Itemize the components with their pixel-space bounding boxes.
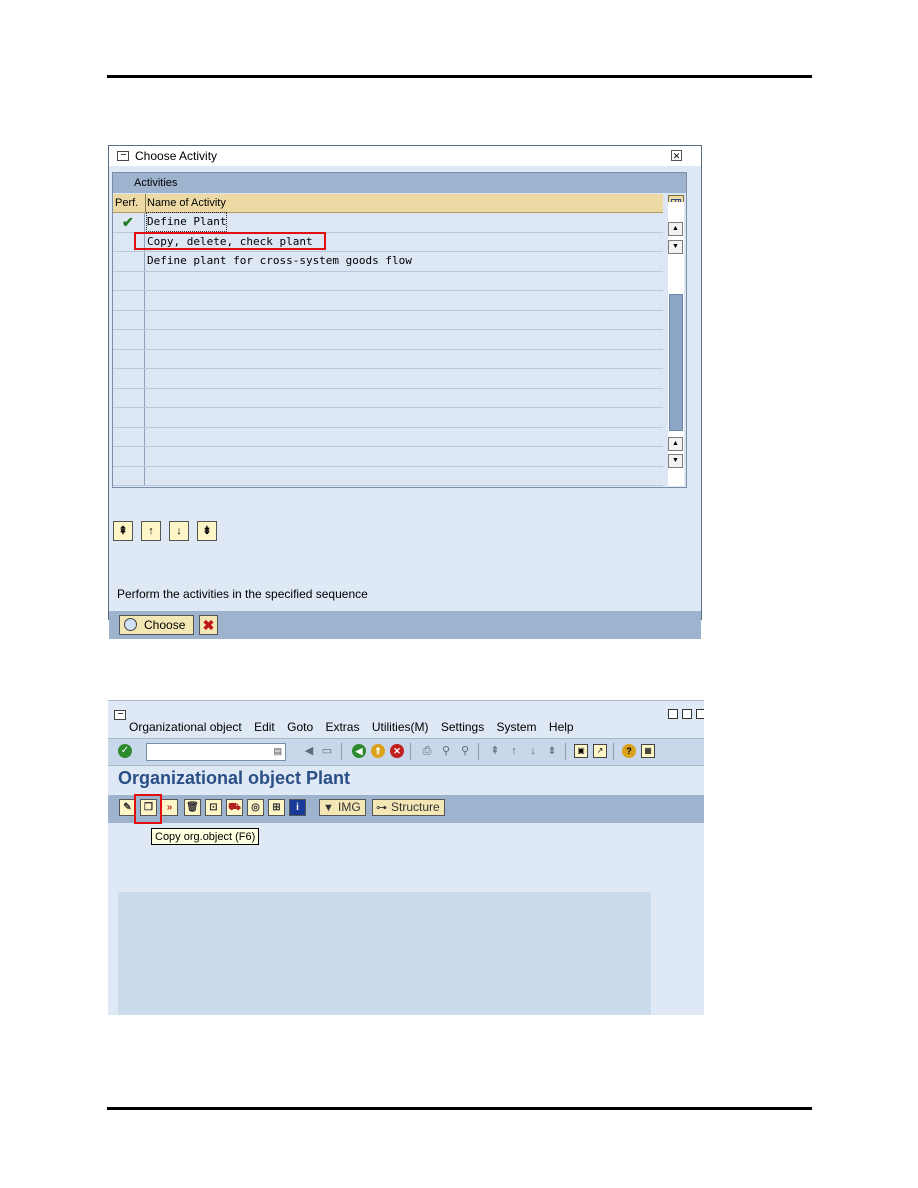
previous-page-icon[interactable]: ↑ [507, 744, 521, 758]
cancel-icon[interactable]: ✖ [199, 615, 218, 635]
first-page-icon[interactable]: ⇞ [113, 521, 133, 541]
highlight-box [134, 794, 162, 824]
activity-name[interactable]: Define plant for cross-system goods flow [147, 252, 412, 270]
table-rows: ✔ Define Plant Copy, delete, check plant… [113, 212, 663, 486]
instruction-text: Perform the activities in the specified … [117, 587, 368, 601]
table-row[interactable]: Define plant for cross-system goods flow [113, 252, 663, 272]
menu-settings[interactable]: Settings [441, 720, 484, 734]
content-area: Copy org.object (F6) [108, 823, 704, 1015]
menu-utilities[interactable]: Utilities(M) [372, 720, 429, 734]
last-page-icon[interactable]: ⇟ [197, 521, 217, 541]
highlight-box [134, 232, 326, 250]
tooltip: Copy org.object (F6) [151, 828, 260, 845]
first-page-icon[interactable]: ⇞ [488, 744, 502, 758]
close-icon[interactable]: ✕ [671, 150, 682, 161]
back-arrow-icon[interactable]: ◀ [302, 744, 316, 758]
table-row-empty [113, 271, 663, 291]
assign-icon[interactable]: ⊞ [268, 799, 285, 816]
forward-arrows-icon[interactable]: » [161, 799, 178, 816]
previous-page-icon[interactable]: ↑ [141, 521, 161, 541]
menu-bar: Organizational object Edit Goto Extras U… [108, 701, 704, 738]
table-row-empty [113, 447, 663, 467]
table-row-empty [113, 349, 663, 369]
table-row-empty [113, 291, 663, 311]
next-page-icon[interactable]: ↓ [526, 744, 540, 758]
scroll-up-icon[interactable]: ▲ [668, 222, 683, 236]
application-toolbar: ✎ ❐ » 🗑 ⊡ ⛟ ◎ ⊞ i ▼ IMG ⊶ Structure [108, 795, 704, 823]
exit-icon[interactable]: ⇑ [371, 744, 385, 758]
menu-edit[interactable]: Edit [254, 720, 275, 734]
bottom-rule [107, 1107, 812, 1110]
choose-activity-dialog: Choose Activity ✕ Activities Perf. Name … [108, 145, 702, 639]
scroll-down-icon[interactable]: ▼ [668, 240, 683, 254]
window-menu-icon[interactable] [117, 151, 129, 161]
table-row-empty [113, 427, 663, 447]
structure-button[interactable]: ⊶ Structure [372, 799, 445, 816]
dialog-footer: Choose ✖ [109, 611, 701, 639]
dropdown-icon[interactable]: ▤ [273, 746, 282, 757]
new-session-icon[interactable]: ▣ [574, 744, 588, 758]
system-toolbar: ✓ ▤ ◀ ▭ ◀ ⇑ ✕ ⎙ ⚲ ⚲ ⇞ ↑ ↓ ⇟ ▣ ↗ ? ▦ [108, 738, 704, 766]
maximize-icon[interactable] [682, 709, 692, 719]
activity-name[interactable]: Define Plant [145, 212, 228, 232]
target-icon[interactable]: ◎ [247, 799, 264, 816]
info-icon[interactable]: i [289, 799, 306, 816]
table-row-empty [113, 310, 663, 330]
scrollbar-thumb[interactable] [669, 294, 683, 431]
menu-help[interactable]: Help [549, 720, 574, 734]
magnifier-icon [124, 618, 137, 631]
scroll-page-up-icon[interactable]: ▲ [668, 437, 683, 451]
layout-menu-icon[interactable]: ▦ [641, 744, 655, 758]
img-button[interactable]: ▼ IMG [319, 799, 366, 816]
content-panel [118, 892, 651, 1015]
transport-icon[interactable]: ⛟ [226, 799, 243, 816]
table-caption: Activities [113, 173, 686, 193]
last-page-icon[interactable]: ⇟ [545, 744, 559, 758]
table-row-empty [113, 369, 663, 389]
find-icon[interactable]: ⚲ [439, 744, 453, 758]
table-row[interactable]: ✔ Define Plant [113, 212, 663, 233]
vertical-scrollbar[interactable]: ▲ ▼ ▲ ▼ [668, 202, 684, 486]
org-object-window: Organizational object Edit Goto Extras U… [108, 700, 704, 1015]
menu-organizational-object[interactable]: Organizational object [129, 720, 242, 734]
window-menu-icon[interactable] [114, 710, 126, 720]
print-icon[interactable]: ⎙ [420, 744, 434, 758]
activities-table: Activities Perf. Name of Activity ✔ Defi… [112, 172, 687, 488]
column-header-name[interactable]: Name of Activity [147, 194, 226, 212]
checkmark-icon: ✔ [122, 214, 134, 230]
enter-check-icon[interactable]: ✓ [118, 744, 132, 758]
dialog-title: Choose Activity [135, 149, 218, 163]
shortcut-icon[interactable]: ↗ [593, 744, 607, 758]
table-row-empty [113, 330, 663, 350]
choose-button[interactable]: Choose [119, 615, 194, 635]
back-icon[interactable]: ◀ [352, 744, 366, 758]
save-icon[interactable]: ▭ [320, 744, 334, 758]
next-page-icon[interactable]: ↓ [169, 521, 189, 541]
menu-system[interactable]: System [497, 720, 537, 734]
menu-extras[interactable]: Extras [325, 720, 359, 734]
table-row-empty [113, 466, 663, 486]
dialog-titlebar: Choose Activity ✕ [109, 146, 701, 166]
filter-icon: ▼ [323, 802, 334, 814]
minimize-icon[interactable] [668, 709, 678, 719]
menu-goto[interactable]: Goto [287, 720, 313, 734]
help-icon[interactable]: ? [622, 744, 636, 758]
hierarchy-icon: ⊶ [376, 802, 387, 814]
cancel-icon[interactable]: ✕ [390, 744, 404, 758]
table-row-empty [113, 388, 663, 408]
delete-icon[interactable]: 🗑 [184, 799, 201, 816]
command-field[interactable]: ▤ [146, 743, 286, 761]
top-rule [107, 75, 812, 78]
close-icon[interactable] [696, 709, 704, 719]
find-next-icon[interactable]: ⚲ [458, 744, 472, 758]
check-icon[interactable]: ⊡ [205, 799, 222, 816]
table-header: Perf. Name of Activity [113, 194, 663, 213]
page-title: Organizational object Plant [118, 768, 351, 788]
column-header-perf[interactable]: Perf. [115, 194, 138, 212]
scroll-page-down-icon[interactable]: ▼ [668, 454, 683, 468]
table-row-empty [113, 408, 663, 428]
